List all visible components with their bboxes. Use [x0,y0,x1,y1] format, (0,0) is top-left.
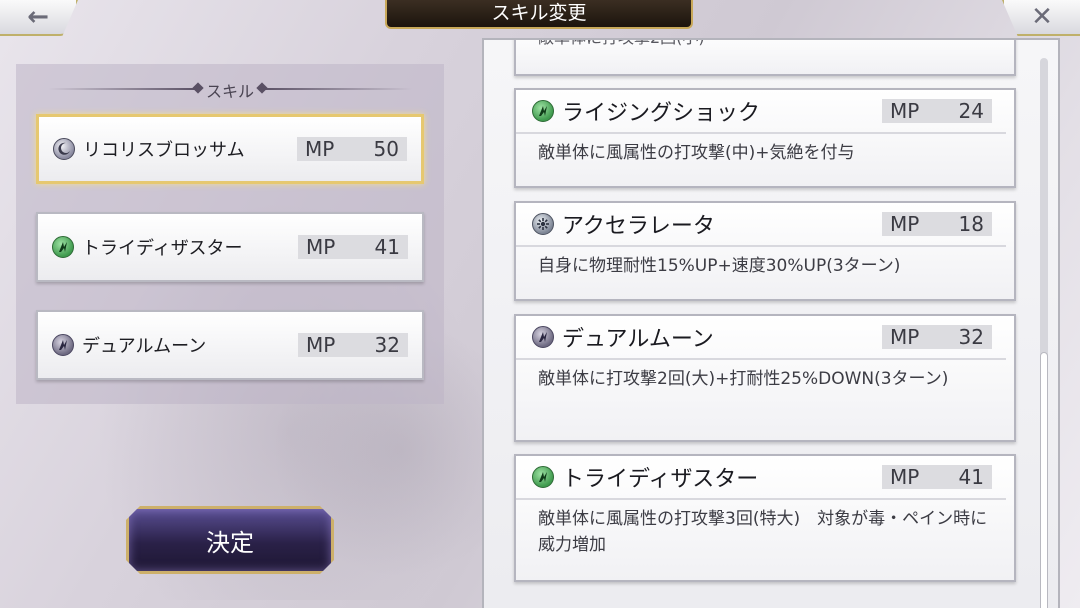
mp-cost: MP 41 [298,235,408,259]
back-arrow-icon: ← [27,2,49,32]
mp-value: 32 [958,325,984,349]
mp-cost: MP 18 [882,212,992,236]
back-button[interactable]: ← [0,0,78,36]
mp-value: 18 [958,212,984,236]
mp-label: MP [890,212,920,236]
close-button[interactable]: ✕ [1002,0,1080,36]
equipped-skills-panel: スキル リコリスブロッサム MP 50 トライディザスター MP 41 デュアル… [16,64,444,404]
equipped-skill-slot-3[interactable]: デュアルムーン MP 32 [36,310,424,380]
mp-label: MP [305,137,335,161]
header-ornament-right [262,88,412,90]
skill-card[interactable]: アクセラレータ MP 18 自身に物理耐性15%UP+速度30%UP(3ターン) [514,201,1016,301]
mp-label: MP [306,333,336,357]
skill-card[interactable]: トライディザスター MP 41 敵単体に風属性の打攻撃3回(特大) 対象が毒・ペ… [514,454,1016,582]
mp-label: MP [890,325,920,349]
equipped-skill-slot-2[interactable]: トライディザスター MP 41 [36,212,424,282]
skill-name: デュアルムーン [562,327,714,352]
gear-icon [532,213,554,235]
equipped-skill-slot-1[interactable]: リコリスブロッサム MP 50 [36,114,424,184]
mp-value: 50 [373,137,399,161]
mp-label: MP [890,99,920,123]
skill-name: リコリスブロッサム [83,140,245,161]
mp-value: 41 [958,465,984,489]
mp-cost: MP 41 [882,465,992,489]
page-title: スキル変更 [385,0,693,29]
mp-label: MP [306,235,336,259]
mp-value: 32 [374,333,400,357]
skill-card[interactable]: デュアルムーン MP 32 敵単体に打攻撃2回(大)+打耐性25%DOWN(3タ… [514,314,1016,442]
decide-button[interactable]: 決定 [126,506,334,574]
wind-icon [52,236,74,258]
close-icon: ✕ [1031,2,1053,32]
skill-description: 敵単体に風属性の打攻撃(中)+気絶を付与 [538,143,855,163]
skill-name: トライディザスター [562,467,759,492]
mp-cost: MP 24 [882,99,992,123]
mp-label: MP [890,465,920,489]
skill-name: ライジングショック [562,101,761,126]
dark-icon [532,326,554,348]
skill-card-partial[interactable]: 敵単体に打攻撃2回(小) [514,40,1016,76]
skill-list-panel[interactable]: 敵単体に打攻撃2回(小) ライジングショック MP 24 敵単体に風属性の打攻撃… [482,38,1060,608]
skill-description: 敵単体に打攻撃2回(小) [538,40,705,48]
scrollbar-thumb[interactable] [1040,352,1048,608]
mp-value: 41 [374,235,400,259]
skill-name: トライディザスター [82,238,243,259]
skill-description: 敵単体に打攻撃2回(大)+打耐性25%DOWN(3ターン) [538,369,949,389]
mp-cost: MP 32 [882,325,992,349]
wind-icon [532,466,554,488]
skill-name: デュアルムーン [82,336,207,357]
wind-icon [532,100,554,122]
moon-icon [53,138,75,160]
skill-description: 自身に物理耐性15%UP+速度30%UP(3ターン) [538,256,901,276]
skill-description: 敵単体に風属性の打攻撃3回(特大) 対象が毒・ペイン時に威力増加 [538,509,988,555]
mp-cost: MP 50 [297,137,407,161]
dark-icon [52,334,74,356]
skill-card[interactable]: ライジングショック MP 24 敵単体に風属性の打攻撃(中)+気絶を付与 [514,88,1016,188]
mp-value: 24 [958,99,984,123]
mp-cost: MP 32 [298,333,408,357]
skill-name: アクセラレータ [562,214,715,239]
